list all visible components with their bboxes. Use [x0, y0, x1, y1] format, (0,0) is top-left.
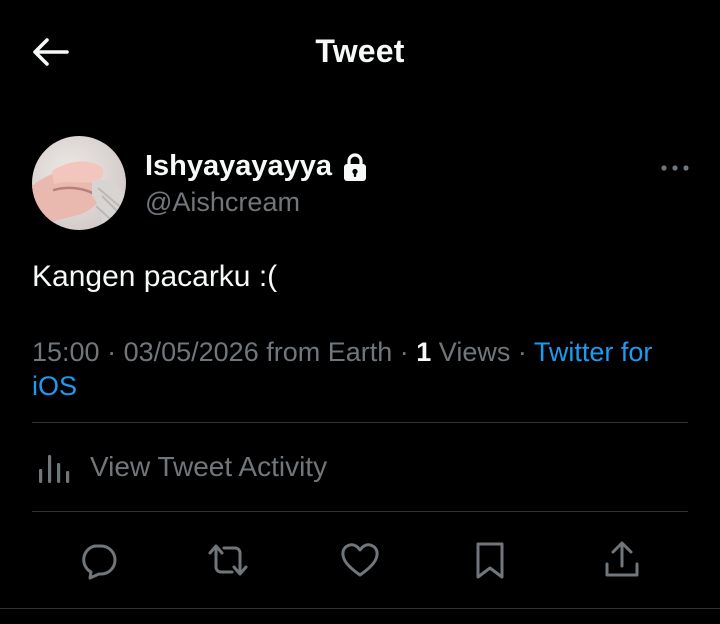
display-name-row: Ishyayayayya — [145, 150, 369, 183]
tweet-location: from Earth — [258, 337, 393, 367]
views-label: Views — [431, 337, 511, 367]
share-button[interactable] — [600, 538, 644, 582]
lock-icon — [341, 152, 369, 182]
tweet-actions-bar — [0, 530, 720, 594]
tweet-text: Kangen pacarku :( — [32, 260, 278, 293]
like-button[interactable] — [338, 538, 382, 582]
view-tweet-activity-button[interactable]: View Tweet Activity — [32, 424, 688, 510]
meta-separator: · — [392, 337, 417, 367]
more-options-button[interactable] — [657, 158, 693, 178]
bookmark-button[interactable] — [468, 538, 512, 582]
meta-separator: · — [99, 337, 124, 367]
more-horizontal-icon — [661, 165, 689, 171]
view-tweet-activity-label: View Tweet Activity — [90, 451, 328, 482]
user-handle[interactable]: @Aishcream — [145, 187, 300, 218]
share-icon — [605, 541, 639, 577]
tweet-time[interactable]: 15:00 — [32, 337, 100, 367]
page-title: Tweet — [315, 33, 405, 69]
top-bar: Tweet — [0, 0, 720, 104]
divider — [0, 608, 720, 609]
tweet-date[interactable]: 03/05/2026 — [124, 337, 259, 367]
bar-chart-icon — [36, 447, 76, 487]
meta-separator: · — [510, 337, 534, 367]
divider — [32, 422, 688, 423]
bookmark-icon — [476, 542, 504, 579]
retweet-icon — [208, 544, 248, 576]
reply-icon — [82, 544, 117, 580]
divider — [32, 511, 688, 512]
views-count: 1 — [416, 337, 432, 367]
tweet-author: Ishyayayayya @Aishcream — [32, 136, 689, 232]
tweet-meta: 15:00 · 03/05/2026 from Earth · 1 Views … — [32, 335, 682, 403]
retweet-button[interactable] — [206, 538, 250, 582]
heart-icon — [341, 543, 379, 577]
display-name[interactable]: Ishyayayayya — [145, 150, 332, 183]
avatar[interactable] — [32, 136, 126, 230]
reply-button[interactable] — [76, 538, 120, 582]
